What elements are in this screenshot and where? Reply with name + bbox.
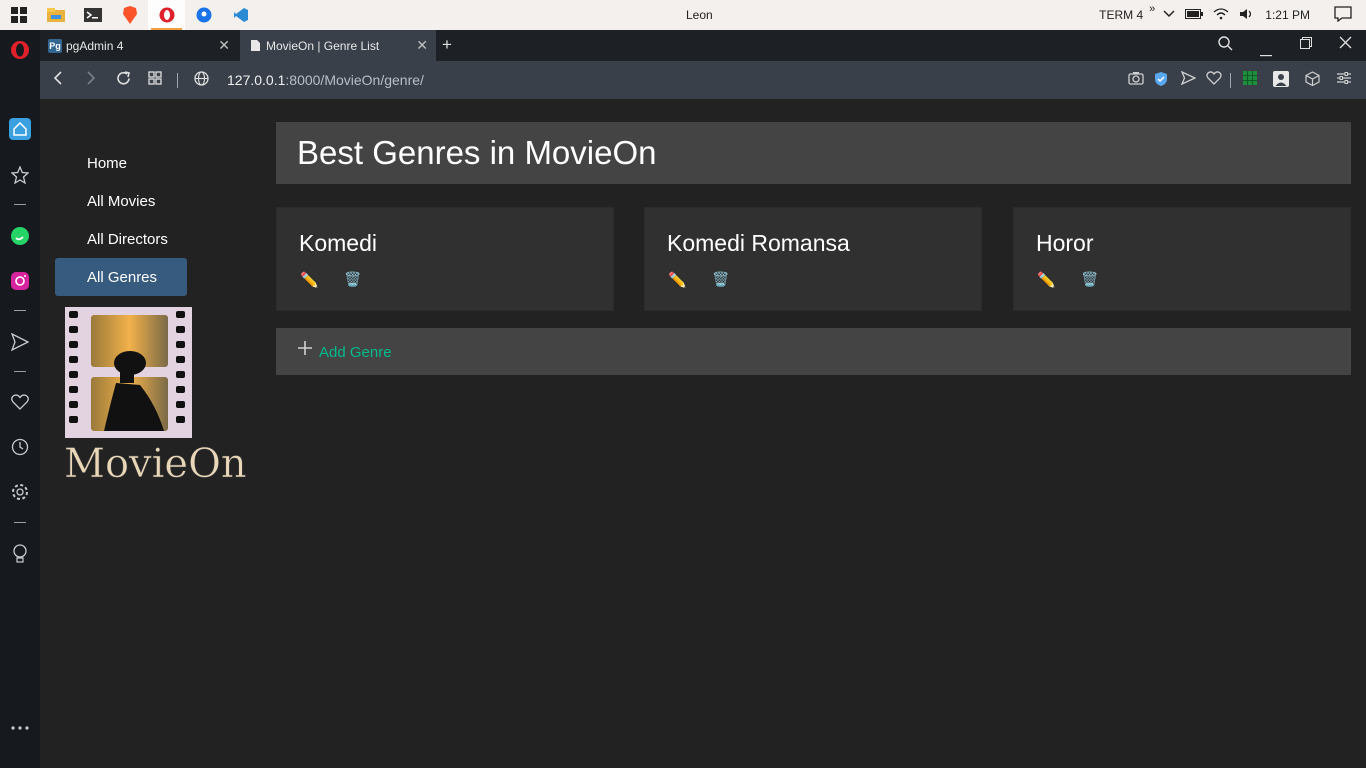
- genre-card: Komedi ✏️ 🗑️: [276, 207, 614, 311]
- sidebar-divider: [14, 310, 26, 311]
- profile-icon[interactable]: [1273, 71, 1289, 90]
- heart-icon[interactable]: [1206, 71, 1222, 88]
- term-label: TERM 4: [1099, 8, 1144, 22]
- trash-icon[interactable]: 🗑️: [1081, 271, 1098, 288]
- settings-icon[interactable]: [8, 480, 32, 504]
- send-icon[interactable]: [8, 330, 32, 354]
- window-title: Leon: [686, 8, 713, 22]
- tray-overflow-icon[interactable]: »: [1149, 3, 1155, 15]
- address-divider: [177, 73, 178, 88]
- globe-icon[interactable]: [194, 71, 209, 90]
- minimize-icon[interactable]: [1260, 44, 1272, 60]
- reload-icon[interactable]: [116, 71, 131, 90]
- url-path: :8000/MovieOn/genre/: [285, 72, 424, 88]
- trash-icon[interactable]: 🗑️: [344, 271, 361, 288]
- windows-start-icon[interactable]: [0, 0, 37, 30]
- movieon-logo: MovieOn: [64, 307, 247, 487]
- pgadmin-favicon-icon: Pg: [48, 38, 62, 53]
- close-icon[interactable]: ✕: [218, 37, 230, 54]
- brave-icon[interactable]: [111, 0, 148, 30]
- search-tabs-icon[interactable]: [1218, 36, 1233, 54]
- more-icon[interactable]: [8, 716, 32, 740]
- cube-icon[interactable]: [1305, 71, 1320, 89]
- close-window-icon[interactable]: [1339, 36, 1352, 52]
- tab-label: MovieOn | Genre List: [266, 38, 380, 53]
- sidebar-divider: [14, 204, 26, 205]
- add-genre-link[interactable]: Add Genre: [319, 344, 392, 361]
- url-field[interactable]: 127.0.0.1:8000/MovieOn/genre/: [227, 72, 424, 88]
- vscode-icon[interactable]: [222, 0, 259, 30]
- star-icon[interactable]: [8, 163, 32, 187]
- send-icon[interactable]: [1180, 70, 1197, 88]
- maps-icon[interactable]: [185, 0, 222, 30]
- camera-icon[interactable]: [1128, 71, 1144, 88]
- genre-name: Komedi: [299, 230, 377, 256]
- document-favicon-icon: [248, 39, 262, 53]
- clock[interactable]: 1:21 PM: [1265, 8, 1310, 22]
- chevron-down-icon[interactable]: [1163, 9, 1175, 21]
- windows-taskbar: Leon TERM 4 » 1:21 PM: [0, 0, 1366, 30]
- genre-name: Komedi Romansa: [667, 230, 850, 256]
- shield-icon[interactable]: [1154, 71, 1168, 90]
- nav-all-directors[interactable]: All Directors: [55, 220, 187, 258]
- speed-dial-icon[interactable]: [148, 71, 162, 89]
- extension-divider: [1230, 73, 1231, 88]
- spreadsheet-icon[interactable]: [1243, 71, 1257, 88]
- battery-icon[interactable]: [1185, 8, 1204, 22]
- instagram-icon[interactable]: [8, 269, 32, 293]
- pencil-icon[interactable]: ✏️: [668, 271, 687, 289]
- page-content: Home All Movies All Directors All Genres: [40, 99, 1366, 768]
- system-tray: TERM 4 » 1:21 PM: [1099, 0, 1366, 30]
- opera-sidebar: [0, 30, 40, 768]
- back-icon[interactable]: [53, 71, 63, 89]
- volume-icon[interactable]: [1239, 8, 1255, 23]
- tab-pgadmin[interactable]: Pg pgAdmin 4 ✕: [40, 30, 238, 61]
- logo-text: MovieOn: [64, 441, 246, 487]
- restore-icon[interactable]: [1300, 36, 1312, 52]
- tab-label: pgAdmin 4: [66, 38, 124, 53]
- notification-icon[interactable]: [1334, 5, 1352, 25]
- pencil-icon[interactable]: ✏️: [1037, 271, 1056, 289]
- file-explorer-icon[interactable]: [37, 0, 74, 30]
- forward-icon[interactable]: [86, 71, 96, 89]
- opera-logo-icon[interactable]: [8, 38, 32, 62]
- genre-name: Horor: [1036, 230, 1094, 256]
- url-host: 127.0.0.1: [227, 72, 286, 88]
- pencil-icon[interactable]: ✏️: [300, 271, 319, 289]
- address-bar: 127.0.0.1:8000/MovieOn/genre/: [40, 61, 1366, 99]
- nav-all-genres[interactable]: All Genres: [55, 258, 187, 296]
- add-genre-bar: Add Genre: [276, 328, 1351, 375]
- home-icon[interactable]: [9, 118, 31, 140]
- history-icon[interactable]: [8, 435, 32, 459]
- tab-bar: Pg pgAdmin 4 ✕ MovieOn | Genre List ✕ +: [40, 30, 1366, 61]
- new-tab-icon[interactable]: +: [442, 35, 452, 55]
- wifi-icon[interactable]: [1213, 7, 1229, 23]
- lightbulb-icon[interactable]: [8, 542, 32, 566]
- sidebar-divider: [14, 522, 26, 523]
- page-title: Best Genres in MovieOn: [297, 134, 657, 171]
- nav-all-movies[interactable]: All Movies: [55, 182, 187, 220]
- page-header: Best Genres in MovieOn: [276, 122, 1351, 184]
- nav-home[interactable]: Home: [55, 144, 187, 182]
- easy-setup-icon[interactable]: [1337, 71, 1351, 87]
- trash-icon[interactable]: 🗑️: [712, 271, 729, 288]
- genre-card: Komedi Romansa ✏️ 🗑️: [644, 207, 982, 311]
- genre-card: Horor ✏️ 🗑️: [1013, 207, 1351, 311]
- tab-genre-list[interactable]: MovieOn | Genre List ✕: [240, 30, 436, 61]
- close-icon[interactable]: ✕: [416, 37, 428, 54]
- opera-icon[interactable]: [148, 0, 185, 30]
- whatsapp-icon[interactable]: [8, 224, 32, 248]
- plus-icon[interactable]: [297, 339, 313, 362]
- terminal-icon[interactable]: [74, 0, 111, 30]
- heart-icon[interactable]: [8, 390, 32, 414]
- sidebar-divider: [14, 371, 26, 372]
